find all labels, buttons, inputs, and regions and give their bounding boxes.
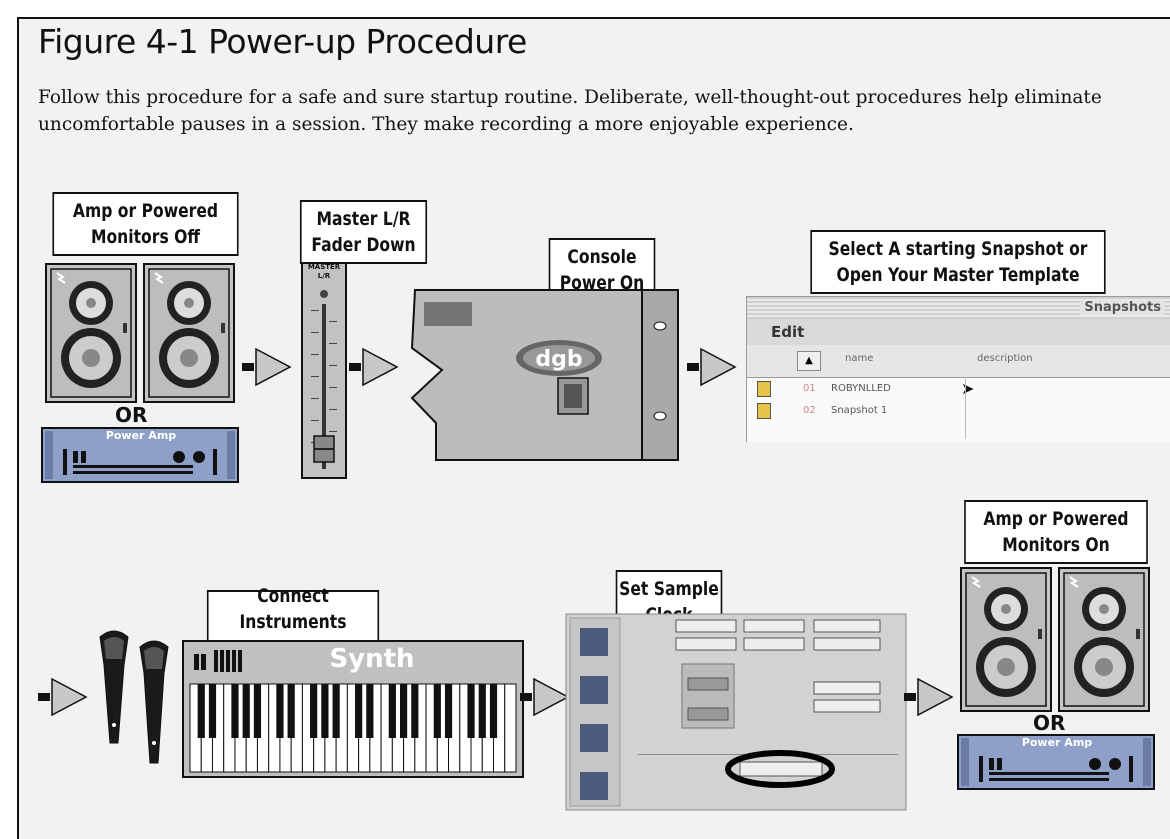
black-key	[478, 684, 486, 738]
column-divider	[965, 379, 966, 439]
black-key	[197, 684, 205, 738]
black-key	[287, 684, 295, 738]
lock-icon	[757, 403, 771, 419]
black-key	[242, 684, 250, 738]
or-label-bottom: OR	[1033, 711, 1066, 735]
step-console-on-line-1: Console	[567, 246, 637, 268]
black-key	[321, 684, 329, 738]
black-key	[366, 684, 374, 738]
hardware-setup-window-icon	[565, 613, 907, 811]
synth-label: Synth	[329, 644, 415, 674]
speaker-left-bottom-icon	[960, 567, 1052, 712]
black-key	[231, 684, 239, 738]
black-key	[208, 684, 217, 738]
console-icon: dgb	[410, 289, 679, 461]
step-snapshot-line-1: Select A starting Snapshot or	[828, 238, 1088, 260]
snapshot-header-row: ▲ name description	[747, 345, 1170, 378]
power-amp-top-label: Power Amp	[105, 429, 177, 442]
step-instruments-line-1: Connect Instruments	[239, 585, 347, 633]
black-key	[310, 684, 318, 738]
snapshot-row-2-number: 02	[803, 405, 816, 416]
step-monitors-off-line-1: Amp or Powered	[72, 200, 219, 222]
lock-icon	[757, 381, 771, 397]
synth-keys-icon	[189, 683, 517, 773]
step-fader-down-line-2: Fader Down	[311, 234, 416, 256]
white-key	[504, 683, 517, 773]
master-fader-strip: MASTER L/R	[301, 262, 347, 479]
flow-arrow-6-icon	[904, 677, 954, 717]
speaker-left-top-icon	[45, 263, 137, 403]
figure-title: Figure 4-1 Power-up Procedure	[38, 22, 527, 61]
power-amp-top: Power Amp	[41, 427, 239, 483]
step-sample-clock-line-1: Set Sample	[619, 578, 719, 600]
black-key	[411, 684, 419, 738]
step-fader-down-line-1: Master L/R	[316, 208, 411, 230]
step-snapshot-label: Select A starting Snapshot or Open Your …	[810, 230, 1106, 294]
fader-strip-label-1: MASTER	[307, 263, 341, 271]
flow-arrow-1-icon	[242, 347, 292, 387]
figure-intro: Follow this procedure for a safe and sur…	[38, 87, 1102, 135]
black-key	[253, 684, 262, 738]
column-header-name[interactable]: name	[845, 353, 873, 364]
flow-arrow-2-icon	[349, 347, 399, 387]
svg-text:dgb: dgb	[535, 347, 582, 372]
step-monitors-on-line-1: Amp or Powered	[983, 508, 1129, 530]
black-key	[433, 684, 441, 738]
mouse-cursor-icon: ➤	[961, 381, 975, 398]
sort-arrow-icon[interactable]: ▲	[797, 351, 821, 371]
flow-arrow-5-icon	[520, 677, 570, 717]
snapshot-menu-bar: Edit	[747, 319, 1170, 346]
flow-arrow-3-icon	[687, 347, 737, 387]
black-key	[444, 684, 453, 738]
black-key	[399, 684, 408, 738]
power-amp-bottom: Power Amp	[957, 734, 1155, 790]
fader-strip-label-2: L/R	[317, 272, 331, 280]
step-monitors-on-line-2: Monitors On	[1002, 534, 1110, 556]
black-key	[489, 684, 498, 738]
step-monitors-off-line-2: Monitors Off	[90, 226, 201, 248]
snapshot-window-title: Snapshots	[1080, 300, 1165, 315]
snapshot-row-1[interactable]: 01 ROBYNLLED ➤	[747, 379, 1170, 401]
speaker-right-bottom-icon	[1058, 567, 1150, 712]
master-fader-strip-icon	[301, 262, 347, 479]
speaker-right-top-icon	[143, 263, 235, 403]
black-key	[467, 684, 475, 738]
black-key	[388, 684, 396, 738]
snapshot-row-2-name: Snapshot 1	[831, 405, 888, 416]
step-monitors-off-label: Amp or Powered Monitors Off	[52, 192, 239, 256]
column-header-description[interactable]: description	[977, 353, 1033, 364]
black-key	[332, 684, 340, 738]
or-label-top: OR	[115, 403, 148, 427]
snapshot-edit-menu[interactable]: Edit	[771, 323, 804, 341]
step-monitors-on-label: Amp or Powered Monitors On	[964, 500, 1148, 564]
black-key	[355, 684, 363, 738]
synth-keyboard: Synth	[182, 640, 524, 778]
microphone-icon	[99, 630, 169, 764]
snapshot-window: Snapshots Edit ▲ name description 01 ROB…	[746, 296, 1170, 442]
black-key	[276, 684, 284, 738]
snapshot-row-1-name: ROBYNLLED	[831, 383, 891, 394]
snapshot-row-1-number: 01	[803, 383, 816, 394]
step-snapshot-line-2: Open Your Master Template	[836, 264, 1080, 286]
step-fader-down-label: Master L/R Fader Down	[299, 200, 428, 264]
snapshot-row-2[interactable]: 02 Snapshot 1	[747, 401, 1170, 423]
snapshot-titlebar: Snapshots	[747, 297, 1170, 319]
power-amp-bottom-label: Power Amp	[1021, 736, 1093, 749]
flow-arrow-4-icon	[38, 677, 88, 717]
